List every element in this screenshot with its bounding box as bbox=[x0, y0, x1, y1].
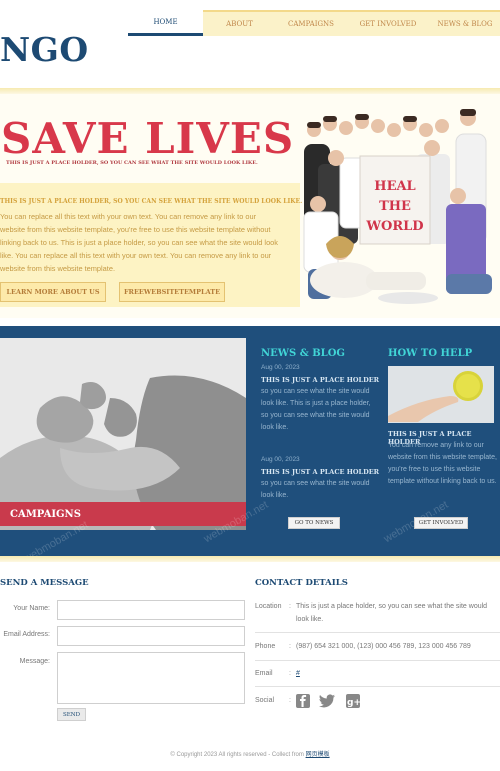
email-input[interactable] bbox=[57, 626, 245, 646]
location-label: Location bbox=[255, 603, 282, 610]
news-heading: NEWS & BLOG bbox=[261, 348, 345, 359]
site-footer: © Copyright 2023 All rights reserved - C… bbox=[0, 749, 500, 758]
name-input[interactable] bbox=[57, 600, 245, 620]
send-message-heading: SEND A MESSAGE bbox=[0, 578, 89, 588]
main-nav: HOME ABOUT CAMPAIGNS GET INVOLVED NEWS &… bbox=[128, 10, 500, 36]
section-divider bbox=[0, 556, 500, 562]
sign-line-3: WORLD bbox=[365, 219, 423, 234]
site-logo[interactable]: NGO bbox=[0, 30, 89, 69]
campaigns-label: CAMPAIGNS bbox=[0, 502, 246, 526]
nav-home[interactable]: HOME bbox=[128, 10, 203, 36]
contact-divider bbox=[255, 632, 500, 633]
facebook-icon[interactable] bbox=[296, 694, 310, 708]
post-title[interactable]: THIS IS JUST A PLACE HOLDER bbox=[261, 468, 379, 476]
email-label: Email Address: bbox=[3, 631, 50, 638]
free-template-button[interactable]: FREEWEBSITETEMPLATE bbox=[119, 282, 225, 302]
hero-section: SAVE LIVES THIS IS JUST A PLACE HOLDER, … bbox=[0, 94, 500, 318]
svg-text:g+: g+ bbox=[347, 698, 360, 708]
nav-about[interactable]: ABOUT bbox=[203, 10, 276, 36]
footer-link[interactable]: 网页模板 bbox=[306, 752, 330, 758]
help-text: You can remove any link to our website f… bbox=[388, 442, 497, 485]
email-link[interactable]: # bbox=[296, 667, 496, 680]
message-textarea[interactable] bbox=[57, 652, 245, 704]
volunteers-group-photo: HEAL THE WORLD bbox=[296, 104, 500, 310]
hero-subtitle: THIS IS JUST A PLACE HOLDER, SO YOU CAN … bbox=[6, 160, 258, 166]
email-label: Email bbox=[255, 670, 273, 677]
sign-line-2: THE bbox=[379, 199, 411, 214]
contact-details-heading: CONTACT DETAILS bbox=[255, 578, 348, 588]
post-excerpt: so you can see what the site would look … bbox=[261, 480, 370, 499]
hero-title: SAVE LIVES bbox=[1, 114, 295, 163]
sign-line-1: HEAL bbox=[374, 179, 415, 194]
post-excerpt: so you can see what the site would look … bbox=[261, 388, 371, 431]
location-value: This is just a place holder, so you can … bbox=[296, 603, 488, 623]
hero-body: You can replace all this text with your … bbox=[0, 212, 278, 273]
send-button[interactable]: SEND bbox=[57, 708, 86, 721]
phone-label: Phone bbox=[255, 643, 276, 650]
social-label: Social bbox=[255, 697, 275, 704]
name-label: Your Name: bbox=[13, 605, 50, 612]
post-date: Aug 00, 2023 bbox=[261, 364, 300, 371]
learn-more-button[interactable]: LEARN MORE ABOUT US bbox=[0, 282, 106, 302]
get-involved-button[interactable]: GET INVOLVED bbox=[414, 517, 468, 529]
help-photo bbox=[388, 366, 494, 423]
hero-lead: THIS IS JUST A PLACE HOLDER, SO YOU CAN … bbox=[0, 198, 303, 205]
campaigns-feature[interactable]: CAMPAIGNS bbox=[0, 338, 246, 530]
nav-campaigns[interactable]: CAMPAIGNS bbox=[276, 10, 346, 36]
post-date: Aug 00, 2023 bbox=[261, 456, 300, 463]
nav-news-blog[interactable]: NEWS & BLOG bbox=[430, 10, 500, 36]
contact-divider bbox=[255, 660, 500, 661]
copyright-text: © Copyright 2023 All rights reserved - C… bbox=[170, 752, 306, 758]
go-to-news-button[interactable]: GO TO NEWS bbox=[288, 517, 340, 529]
help-heading: HOW TO HELP bbox=[388, 348, 473, 359]
message-label: Message: bbox=[19, 658, 50, 665]
features-section: CAMPAIGNS NEWS & BLOG Aug 00, 2023 THIS … bbox=[0, 326, 500, 565]
contact-divider bbox=[255, 686, 500, 687]
nav-get-involved[interactable]: GET INVOLVED bbox=[346, 10, 430, 36]
site-header: NGO HOME ABOUT CAMPAIGNS GET INVOLVED NE… bbox=[0, 0, 500, 88]
post-title[interactable]: THIS IS JUST A PLACE HOLDER bbox=[261, 376, 379, 384]
phone-value: (987) 654 321 000, (123) 000 456 789, 12… bbox=[296, 643, 471, 650]
googleplus-icon[interactable]: g+ bbox=[346, 694, 360, 708]
twitter-icon[interactable] bbox=[318, 694, 336, 708]
